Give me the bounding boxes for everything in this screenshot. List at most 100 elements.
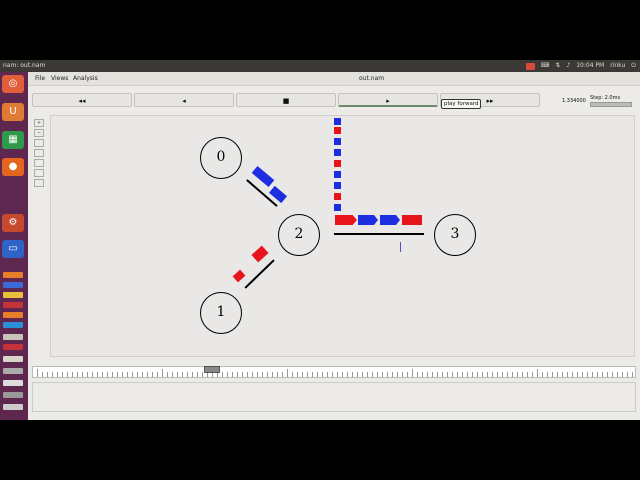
launcher-item[interactable] [3, 302, 23, 308]
launcher-item[interactable] [3, 312, 23, 318]
timeline-tick [142, 372, 143, 377]
timeline-tick [397, 372, 398, 377]
timeline-tick [607, 372, 608, 377]
timeline-tick [87, 372, 88, 377]
timeline-tick [362, 372, 363, 377]
clock[interactable]: 10:04 PM [576, 61, 604, 71]
launcher-item[interactable] [3, 368, 23, 374]
top-panel: nam: out.nam ⌨ ⇅ ♪ 10:04 PM rinku ⏻ [0, 60, 640, 72]
launcher-item[interactable] [3, 272, 23, 278]
launcher-item[interactable] [3, 392, 23, 398]
launcher-item[interactable] [3, 344, 23, 350]
zoom-out-icon[interactable]: − [34, 129, 44, 137]
timeline-tick [412, 369, 413, 377]
tool-icon[interactable] [34, 169, 44, 177]
packet [380, 215, 400, 225]
timeline-tick [117, 372, 118, 377]
ubuntu-one-icon[interactable]: U [2, 103, 24, 121]
node-0[interactable]: 0 [200, 137, 242, 179]
menu-bar: File Views Analysis out.nam [28, 72, 640, 86]
timeline-tick [537, 369, 538, 377]
app-icon[interactable]: ▭ [2, 240, 24, 258]
timeline-tick [177, 372, 178, 377]
timeline-tick [527, 372, 528, 377]
timeline-tick [182, 372, 183, 377]
node-1[interactable]: 1 [200, 292, 242, 334]
timeline-tick [287, 369, 288, 377]
timeline-tick [632, 372, 633, 377]
user-name[interactable]: rinku [610, 61, 625, 71]
menu-file[interactable]: File [35, 75, 45, 82]
timeline-tick [272, 372, 273, 377]
launcher-item[interactable] [3, 356, 23, 362]
spreadsheet-icon[interactable]: ▦ [2, 131, 24, 149]
tool-icon[interactable] [34, 139, 44, 147]
timeline-tick [417, 372, 418, 377]
timeline-tick [237, 372, 238, 377]
step-back-button[interactable]: ◂ [134, 93, 234, 107]
timeline-tick [267, 372, 268, 377]
timeline-tick [262, 372, 263, 377]
timeline-tick [122, 372, 123, 377]
timeline-tick [147, 372, 148, 377]
firefox-icon[interactable]: ● [2, 158, 24, 176]
play-forward-button[interactable]: ▸ [338, 93, 438, 107]
timeline-tick [382, 372, 383, 377]
launcher-item[interactable] [3, 292, 23, 298]
timeline-tick [612, 372, 613, 377]
inner-window-title: out.nam [359, 75, 385, 82]
network-canvas[interactable] [50, 115, 635, 357]
window-title: nam: out.nam [3, 62, 46, 69]
menu-views[interactable]: Views [51, 75, 68, 82]
stop-button[interactable]: ■ [236, 93, 336, 107]
timeline-tick [307, 372, 308, 377]
zoom-in-icon[interactable]: + [34, 119, 44, 127]
timeline-tick [627, 372, 628, 377]
timeline-tick [532, 372, 533, 377]
timeline-tick [392, 372, 393, 377]
timeline-tick [327, 372, 328, 377]
launcher-item[interactable] [3, 404, 23, 410]
volume-icon[interactable]: ♪ [566, 61, 570, 71]
timeline-tick [572, 372, 573, 377]
timeline-tick [422, 372, 423, 377]
timeline-tick [332, 372, 333, 377]
timeline-tick [512, 372, 513, 377]
timeline-tick [487, 372, 488, 377]
launcher-item[interactable] [3, 282, 23, 288]
timeline-tick [127, 372, 128, 377]
keyboard-icon[interactable]: ⌨ [541, 61, 550, 71]
timeline-tick [447, 372, 448, 377]
launcher-item[interactable] [3, 334, 23, 340]
timeline-tick [57, 372, 58, 377]
timeline-tick [497, 372, 498, 377]
timeline-tick [137, 372, 138, 377]
timeline-tick [247, 372, 248, 377]
tool-icon[interactable] [34, 179, 44, 187]
notification-icon[interactable] [525, 63, 535, 70]
tool-icon[interactable] [34, 149, 44, 157]
timeline-tick [592, 372, 593, 377]
tool-icon[interactable] [34, 159, 44, 167]
timeline-tick [107, 372, 108, 377]
menu-analysis[interactable]: Analysis [73, 75, 98, 82]
timeline-tick [352, 372, 353, 377]
node-2[interactable]: 2 [278, 214, 320, 256]
network-icon[interactable]: ⇅ [555, 61, 560, 71]
node-3[interactable]: 3 [434, 214, 476, 256]
launcher-item[interactable] [3, 380, 23, 386]
launcher-item[interactable] [3, 322, 23, 328]
timeline-tick [167, 372, 168, 377]
timeline-tick [472, 372, 473, 377]
step-slider[interactable] [590, 102, 632, 107]
timeline-tick [552, 372, 553, 377]
timeline-tick [197, 372, 198, 377]
time-slider-handle[interactable] [204, 366, 220, 373]
settings-icon[interactable]: ⚙ [2, 214, 24, 232]
ubuntu-icon[interactable]: ◎ [2, 75, 24, 93]
rewind-button[interactable]: ◂◂ [32, 93, 132, 107]
power-icon[interactable]: ⏻ [631, 61, 636, 71]
timeline-tick [282, 372, 283, 377]
timeline[interactable] [32, 366, 636, 378]
timeline-tick [387, 372, 388, 377]
